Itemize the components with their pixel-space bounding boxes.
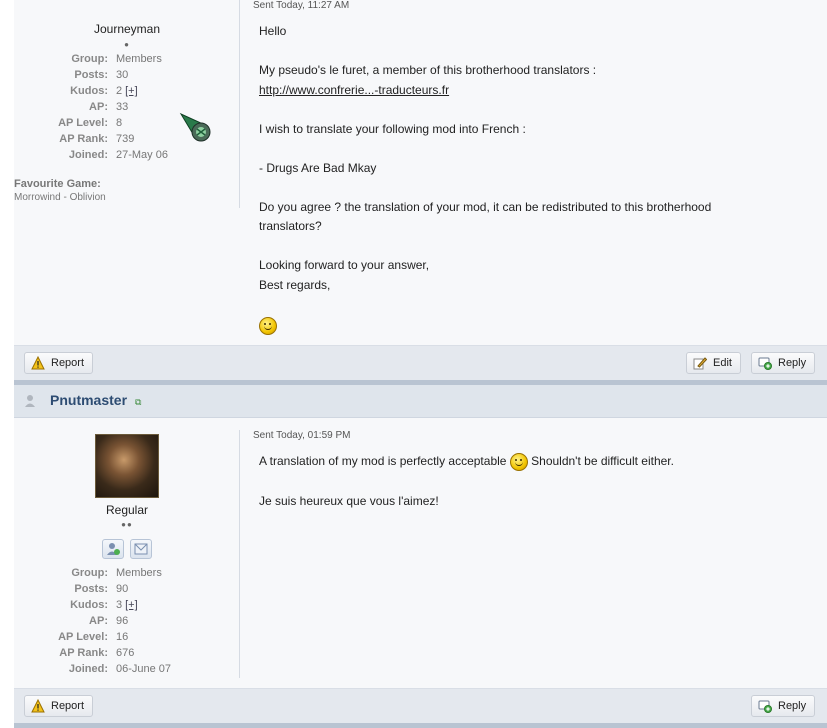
stat-ap-rank: AP Rank: 676 [59,647,135,659]
reply-button[interactable]: Reply [751,695,816,717]
message-line: My pseudo's le furet, a member of this b… [259,63,597,77]
reply-button[interactable]: Reply [751,352,816,374]
rank-pips: ● [124,40,130,49]
warning-icon [31,699,45,713]
username-link[interactable]: Pnutmaster [50,392,127,408]
member-stats: Group: Members Posts: 90 Kudos: 3 [+] AP: 96 … [14,565,240,677]
message-line: Looking forward to your answer, [259,258,430,272]
member-rank: Journeyman [93,22,161,36]
stat-kudos: Kudos: 3 [+] [70,599,138,611]
author-sidebar: Journeyman ● Group: Members Posts: 30 Kudo… [14,0,240,345]
sent-timestamp: Sent Today, 01:59 PM [253,430,351,441]
member-rank: Regular [105,503,149,517]
stat-joined: Joined: 27-May 06 [68,149,168,161]
post-2: Regular ●● Group: Members Posts: 90 Kudos:… [14,418,827,688]
reply-icon [758,700,772,713]
stat-posts: Posts: 90 [74,583,129,595]
message-line: I wish to translate your following mod i… [259,121,526,136]
author-sidebar: Regular ●● Group: Members Posts: 90 Kudos:… [14,418,240,688]
message-line: Hello [259,24,287,38]
add-friend-icon [107,543,120,555]
smiley-icon [509,452,528,471]
favourite-game: Favourite Game: Morrowind - Oblivion [14,178,106,203]
message-icon [134,543,148,555]
confrerie-link[interactable]: http://www.confrerie...-traducteurs.fr [259,83,449,97]
reply-icon [758,357,772,370]
sidebar-divider [239,430,240,678]
warning-icon [31,356,45,370]
post-1-toolbar: Report Edit Reply [14,345,827,380]
post-2-header: Pnutmaster ⧉ [14,385,827,418]
member-stats: Group: Members Posts: 30 Kudos: 2 [+] AP: 33 … [14,51,240,163]
add-friend-button[interactable] [102,539,124,559]
post-message: Hello My pseudo's le furet, a member of … [259,22,817,335]
stat-ap: AP: 96 [89,615,129,627]
post-1: Journeyman ● Group: Members Posts: 30 Kudo… [14,0,827,345]
kudos-add-link[interactable]: [+] [125,85,138,97]
kudos-add-link[interactable]: [+] [125,599,138,611]
wink-smiley-icon [259,317,817,335]
message-line: translators? [259,219,322,233]
message-line: A translation of my mod is perfectly acc… [259,452,817,472]
stat-ap-level: AP Level: 16 [58,631,129,643]
rank-pips: ●● [121,520,133,529]
post-message: A translation of my mod is perfectly acc… [259,452,817,511]
message-line: Do you agree ? the translation of your m… [259,199,712,214]
message-link-line: http://www.confrerie...-traducteurs.fr [259,81,817,101]
report-button[interactable]: Report [24,695,94,717]
sidebar-divider [239,0,240,208]
stat-group: Group: Members [71,567,162,579]
message-line: Je suis heureux que vous l'aimez! [259,493,439,508]
sent-timestamp: Sent Today, 11:27 AM [253,0,350,11]
message-line: - Drugs Are Bad Mkay [259,160,377,175]
stat-joined: Joined: 06-June 07 [68,663,172,675]
edit-icon [693,357,707,370]
post-2-toolbar: Report Reply [14,688,827,723]
post-separator [14,723,827,728]
message-button[interactable] [130,539,152,559]
user-offline-icon [25,395,35,407]
report-button[interactable]: Report [24,352,94,374]
avatar[interactable] [95,434,159,498]
forum-thread: Journeyman ● Group: Members Posts: 30 Kudo… [14,0,827,728]
stat-group: Group: Members [71,53,162,65]
stat-kudos: Kudos: 2 [+] [70,85,138,97]
spinning-cursor-icon [179,112,211,142]
external-link-icon[interactable]: ⧉ [135,397,141,408]
stat-posts: Posts: 30 [74,69,129,81]
edit-button[interactable]: Edit [686,352,741,374]
message-line: Best regards, [259,277,331,292]
